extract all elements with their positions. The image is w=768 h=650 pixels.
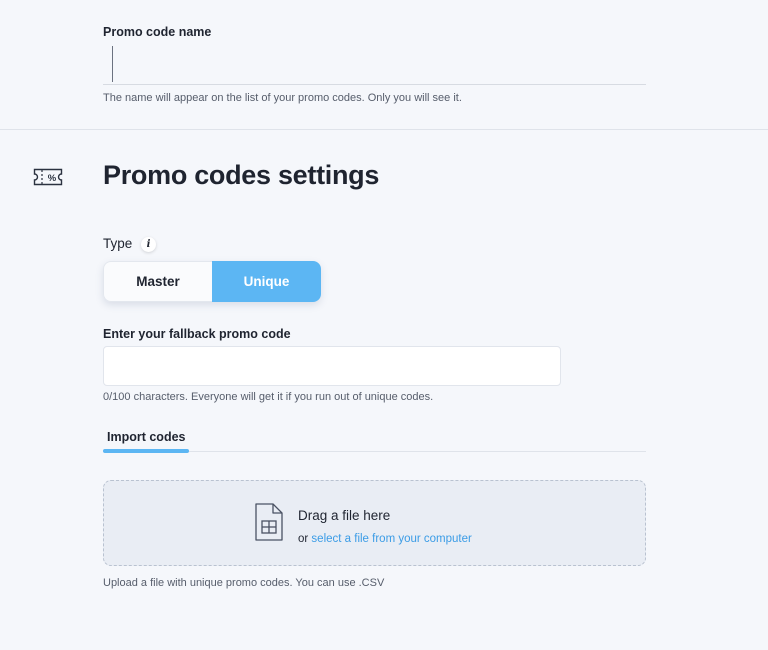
promo-name-label: Promo code name: [103, 25, 212, 39]
info-icon[interactable]: i: [141, 237, 156, 252]
or-text: or: [298, 533, 312, 545]
type-label: Type: [103, 236, 133, 251]
file-dropzone[interactable]: Drag a file here or select a file from y…: [103, 480, 646, 566]
upload-help: Upload a file with unique promo codes. Y…: [103, 577, 385, 589]
fallback-code-help: 0/100 characters. Everyone will get it i…: [103, 391, 434, 403]
tab-bar: Import codes: [103, 428, 646, 453]
fallback-code-label: Enter your fallback promo code: [103, 327, 291, 341]
fallback-code-input[interactable]: [103, 346, 561, 386]
text-cursor: [112, 46, 113, 82]
ticket-percent-icon: %: [33, 168, 63, 186]
tab-import-codes[interactable]: Import codes: [107, 430, 186, 444]
select-file-link[interactable]: select a file from your computer: [311, 533, 471, 545]
promo-name-help: The name will appear on the list of your…: [103, 92, 462, 104]
promo-name-input[interactable]: [103, 44, 646, 85]
promo-name-section: Promo code name The name will appear on …: [0, 0, 768, 130]
drop-title: Drag a file here: [298, 508, 391, 523]
section-title: Promo codes settings: [103, 160, 380, 190]
type-unique-button[interactable]: Unique: [212, 261, 321, 302]
drop-subtitle: or select a file from your computer: [298, 533, 472, 545]
svg-text:%: %: [48, 173, 57, 184]
type-toggle: Master Unique: [103, 261, 321, 302]
type-master-button[interactable]: Master: [103, 261, 212, 302]
spreadsheet-file-icon: [255, 503, 283, 541]
tab-active-indicator: [103, 449, 189, 453]
